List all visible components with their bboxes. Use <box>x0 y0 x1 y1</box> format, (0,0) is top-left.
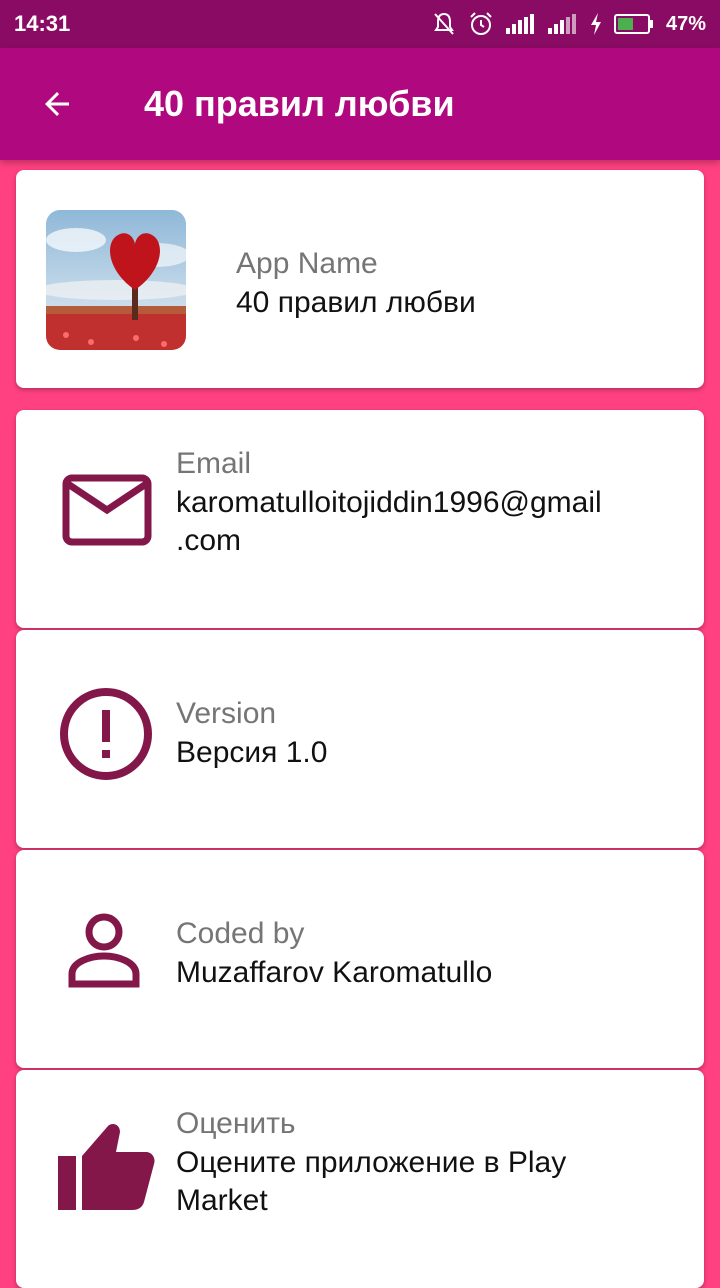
app-name-label: App Name <box>236 247 378 280</box>
email-card[interactable]: Email karomatulloitojiddin1996@gmail .co… <box>16 410 704 628</box>
status-time: 14:31 <box>14 11 71 36</box>
battery-percent: 47% <box>665 12 706 35</box>
info-alert-icon <box>60 688 152 780</box>
charging-icon <box>590 13 601 35</box>
coded-by-text: Coded by Muzaffarov Karomatullo <box>176 914 492 992</box>
version-label: Version <box>176 697 277 730</box>
battery-icon <box>613 14 653 34</box>
status-bar: 14:31 47% <box>0 0 720 48</box>
email-value-line2: .com <box>176 524 242 557</box>
notifications-off-icon <box>434 12 454 35</box>
page-title: 40 правил любви <box>144 83 455 124</box>
email-label: Email <box>176 447 252 480</box>
status-icons: 47% <box>432 11 706 37</box>
person-icon <box>68 913 140 988</box>
thumb-up-icon <box>58 1124 155 1210</box>
app-thumbnail-image <box>46 210 186 350</box>
rate-value-line2: Market <box>176 1184 268 1217</box>
email-text: Email karomatulloitojiddin1996@gmail .co… <box>176 444 602 560</box>
app-bar: 40 правил любви <box>0 48 720 160</box>
signal-icon-2 <box>547 14 576 34</box>
signal-icon <box>505 14 534 34</box>
rate-card[interactable]: Оценить Оцените приложение в Play Market <box>16 1070 704 1288</box>
mail-icon <box>62 474 152 546</box>
version-text: Version Версия 1.0 <box>176 694 327 772</box>
alarm-icon <box>470 12 492 35</box>
version-card: Version Версия 1.0 <box>16 630 704 848</box>
app-name-text: App Name 40 правил любви <box>236 244 476 322</box>
app-name-card: App Name 40 правил любви <box>16 170 704 388</box>
app-name-value: 40 правил любви <box>236 286 476 319</box>
version-value: Версия 1.0 <box>176 736 328 769</box>
coded-by-value: Muzaffarov Karomatullo <box>176 956 493 989</box>
coded-by-label: Coded by <box>176 917 305 950</box>
email-value: karomatulloitojiddin1996@gmail <box>176 486 602 519</box>
back-button[interactable] <box>32 79 82 129</box>
rate-text: Оценить Оцените приложение в Play Market <box>176 1104 566 1220</box>
coded-by-card: Coded by Muzaffarov Karomatullo <box>16 850 704 1068</box>
rate-value: Оцените приложение в Play <box>176 1146 567 1179</box>
arrow-back-icon <box>45 92 69 116</box>
rate-label: Оценить <box>176 1107 296 1140</box>
